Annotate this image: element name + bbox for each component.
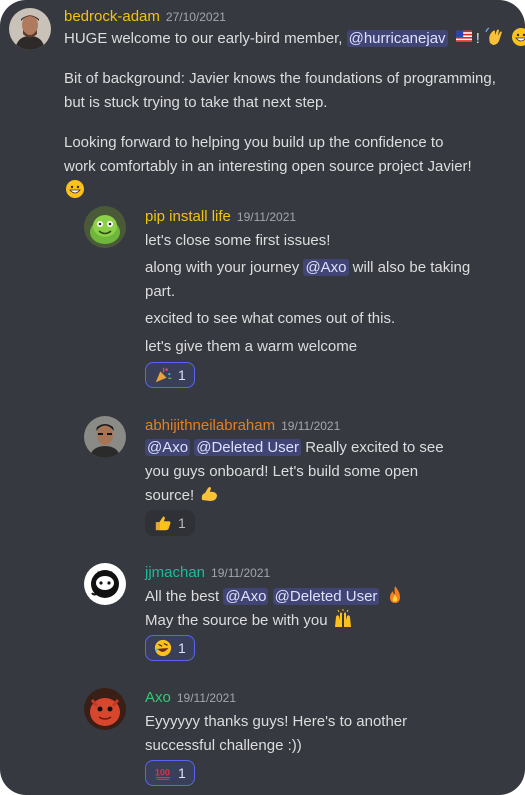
reaction-count: 1 bbox=[178, 367, 186, 383]
message-abhijithneilabraham: abhijithneilabraham 19/11/2021 @Axo @Dele… bbox=[0, 410, 525, 545]
svg-text:100: 100 bbox=[155, 768, 170, 778]
avatar[interactable] bbox=[84, 563, 126, 605]
thumbs-up-icon bbox=[155, 516, 171, 531]
message-paragraph: Looking forward to helping you build up … bbox=[64, 131, 474, 203]
author-name[interactable]: bedrock-adam bbox=[64, 8, 160, 25]
chat-window: bedrock-adam 27/10/2021 HUGE welcome to o… bbox=[0, 0, 525, 795]
raising-hands-icon bbox=[334, 609, 351, 627]
party-popper-icon bbox=[155, 367, 172, 383]
message-text: Eyyyyyy thanks guys! Here's to another s… bbox=[145, 713, 408, 754]
mention-axo[interactable]: @Axo bbox=[303, 259, 349, 276]
avatar[interactable] bbox=[84, 688, 126, 730]
avatar[interactable] bbox=[84, 416, 126, 458]
reaction-hundred-points[interactable]: 100 1 bbox=[145, 760, 195, 786]
timestamp: 19/11/2021 bbox=[281, 419, 341, 433]
timestamp: 19/11/2021 bbox=[236, 210, 297, 224]
waving-hand-icon bbox=[485, 27, 503, 45]
timestamp: 19/11/2021 bbox=[211, 566, 271, 580]
author-name[interactable]: abhijithneilabraham bbox=[145, 417, 275, 434]
message-jjmachan: jjmachan 19/11/2021 All the best @Axo @De… bbox=[0, 555, 525, 665]
reaction-count: 1 bbox=[178, 640, 186, 656]
us-flag-icon bbox=[455, 30, 472, 42]
fire-icon bbox=[389, 586, 400, 603]
timestamp: 19/11/2021 bbox=[176, 691, 237, 705]
message-text: HUGE welcome to our early-bird member, @… bbox=[64, 27, 525, 51]
hundred-points-icon: 100 bbox=[155, 768, 171, 780]
message-pip-install-life: pip install life 19/11/2021 let's close s… bbox=[0, 200, 525, 390]
avatar[interactable] bbox=[84, 206, 126, 248]
reaction-rofl[interactable]: 1 bbox=[145, 635, 195, 661]
flexed-biceps-icon bbox=[202, 487, 218, 501]
avatar[interactable] bbox=[9, 8, 51, 50]
reaction-count: 1 bbox=[178, 515, 186, 531]
message-paragraph: Bit of background: Javier knows the foun… bbox=[64, 70, 496, 111]
author-name[interactable]: jjmachan bbox=[145, 564, 205, 581]
mention-axo[interactable]: @Axo bbox=[223, 588, 269, 605]
message-text: let's give them a warm welcome bbox=[145, 338, 358, 355]
message-text: May the source be with you bbox=[145, 609, 354, 633]
message-text: excited to see what comes out of this. bbox=[145, 310, 396, 327]
message-text: let's close some first issues! bbox=[145, 232, 331, 249]
mention-deleted-user[interactable]: @Deleted User bbox=[194, 439, 302, 456]
timestamp: 27/10/2021 bbox=[165, 10, 226, 24]
message-axo: Axo 19/11/2021 Eyyyyyy thanks guys! Here'… bbox=[0, 680, 525, 795]
message-text: @Axo @Deleted User Really excited to see… bbox=[145, 439, 444, 504]
mention-axo[interactable]: @Axo bbox=[145, 439, 191, 456]
grinning-face-icon bbox=[66, 180, 84, 198]
mention-hurricanejav[interactable]: @hurricanejav bbox=[346, 30, 448, 47]
author-name[interactable]: Axo bbox=[145, 689, 171, 706]
grinning-face-icon bbox=[512, 28, 525, 46]
rofl-face-icon bbox=[154, 639, 172, 657]
reaction-count: 1 bbox=[178, 765, 186, 781]
reaction-party-popper[interactable]: 1 bbox=[145, 362, 195, 388]
message-bedrock-adam: bedrock-adam 27/10/2021 HUGE welcome to o… bbox=[0, 0, 525, 198]
message-text: along with your journey @Axo will also b… bbox=[145, 259, 471, 300]
reaction-thumbs-up[interactable]: 1 bbox=[145, 510, 195, 536]
mention-deleted-user[interactable]: @Deleted User bbox=[272, 588, 380, 605]
author-name[interactable]: pip install life bbox=[145, 208, 231, 225]
message-text: All the best @Axo @Deleted User bbox=[145, 585, 406, 609]
